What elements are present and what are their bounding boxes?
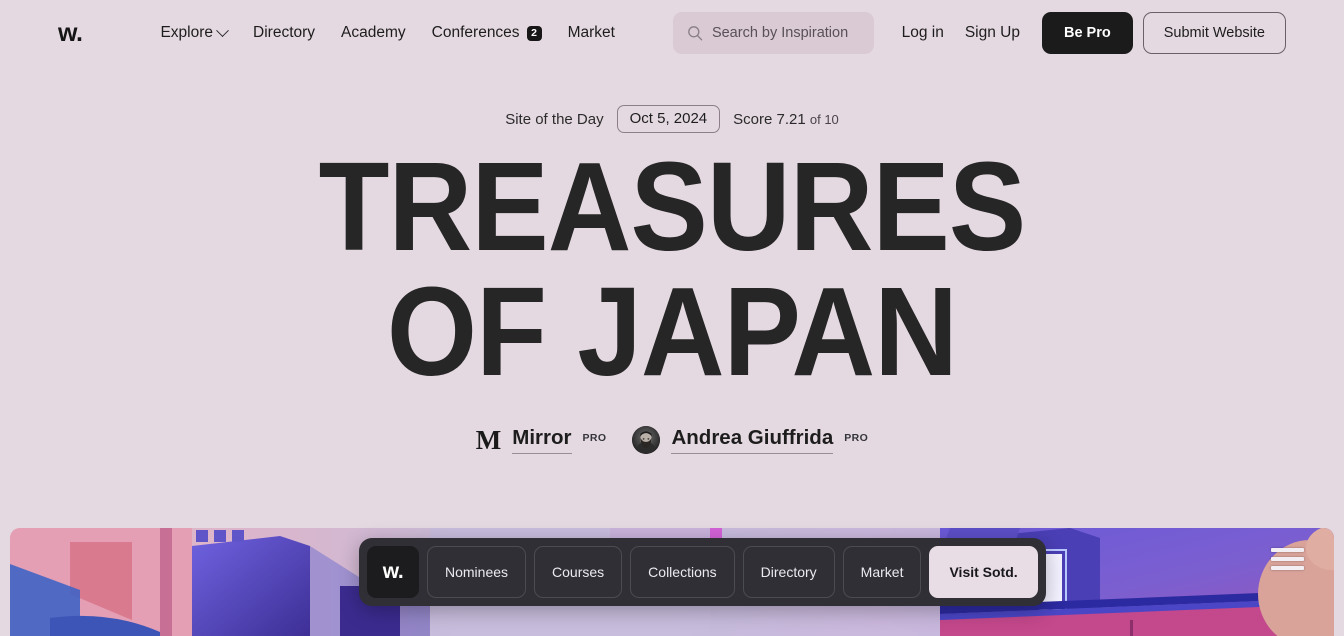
be-pro-button[interactable]: Be Pro <box>1041 12 1133 54</box>
publication-name[interactable]: Mirror <box>512 426 572 455</box>
dock-item-market[interactable]: Market <box>842 546 922 598</box>
author-name[interactable]: Andrea Giuffrida <box>671 426 834 455</box>
search-input[interactable]: Search by Inspiration <box>672 12 874 54</box>
floating-dock: w. Nominees Courses Collections Director… <box>359 538 1046 606</box>
credit-author[interactable]: Andrea Giuffrida PRO <box>632 426 869 455</box>
avatar <box>632 426 661 455</box>
auth-links: Log in Sign Up <box>902 24 1020 42</box>
pro-badge: PRO <box>844 432 869 445</box>
pro-badge: PRO <box>582 432 607 445</box>
medium-m-logo-icon: M <box>475 424 502 455</box>
hamburger-line <box>1271 566 1304 570</box>
award-meta-row: Site of the Day Oct 5, 2024 Score 7.21 o… <box>0 105 1344 133</box>
nav-item-market[interactable]: Market <box>568 24 615 42</box>
main-navigation: Explore Directory Academy Conferences 2 … <box>160 23 615 42</box>
hamburger-line <box>1271 557 1304 561</box>
credits-row: M Mirror PRO Andrea Giuffrida PRO <box>0 424 1344 455</box>
page-title-line-1: TREASURES <box>318 136 1027 277</box>
nav-label: Conferences <box>431 24 520 41</box>
nav-label: Directory <box>253 24 316 41</box>
credit-publication[interactable]: M Mirror PRO <box>475 424 607 455</box>
search-placeholder: Search by Inspiration <box>711 25 849 41</box>
search-icon <box>688 26 703 41</box>
signup-link[interactable]: Sign Up <box>965 24 1020 42</box>
nav-item-academy[interactable]: Academy <box>341 24 406 42</box>
site-header: w. Explore Directory Academy Conferences… <box>0 0 1344 66</box>
dock-item-directory[interactable]: Directory <box>742 546 835 598</box>
hamburger-line <box>1271 548 1304 552</box>
page-title: TREASURES OF JAPAN <box>54 136 1290 402</box>
submit-website-button[interactable]: Submit Website <box>1142 12 1286 54</box>
site-logo[interactable]: w. <box>58 20 83 46</box>
award-date-badge[interactable]: Oct 5, 2024 <box>616 105 721 133</box>
login-link[interactable]: Log in <box>902 24 944 42</box>
chevron-down-icon <box>216 23 229 37</box>
nav-item-conferences[interactable]: Conferences 2 <box>432 24 542 42</box>
score-value-text: Score 7.21 <box>733 110 806 128</box>
dock-logo[interactable]: w. <box>367 546 419 598</box>
nav-item-directory[interactable]: Directory <box>253 24 315 42</box>
dock-item-courses[interactable]: Courses <box>534 546 623 598</box>
page-title-line-2: OF JAPAN <box>386 260 958 402</box>
hamburger-menu-icon[interactable] <box>1271 548 1304 570</box>
nav-item-explore[interactable]: Explore <box>160 23 229 42</box>
nav-label: Academy <box>341 24 406 41</box>
dock-item-collections[interactable]: Collections <box>630 546 735 598</box>
nav-label: Explore <box>160 24 214 41</box>
nav-label: Market <box>567 24 615 41</box>
award-label: Site of the Day <box>505 110 604 128</box>
score-max-text: of 10 <box>809 111 839 127</box>
conferences-count-badge: 2 <box>526 25 542 41</box>
dock-item-nominees[interactable]: Nominees <box>427 546 527 598</box>
score-text: Score 7.21 of 10 <box>733 111 839 128</box>
visit-sotd-button[interactable]: Visit Sotd. <box>929 546 1038 598</box>
hero-section: Site of the Day Oct 5, 2024 Score 7.21 o… <box>0 66 1344 455</box>
